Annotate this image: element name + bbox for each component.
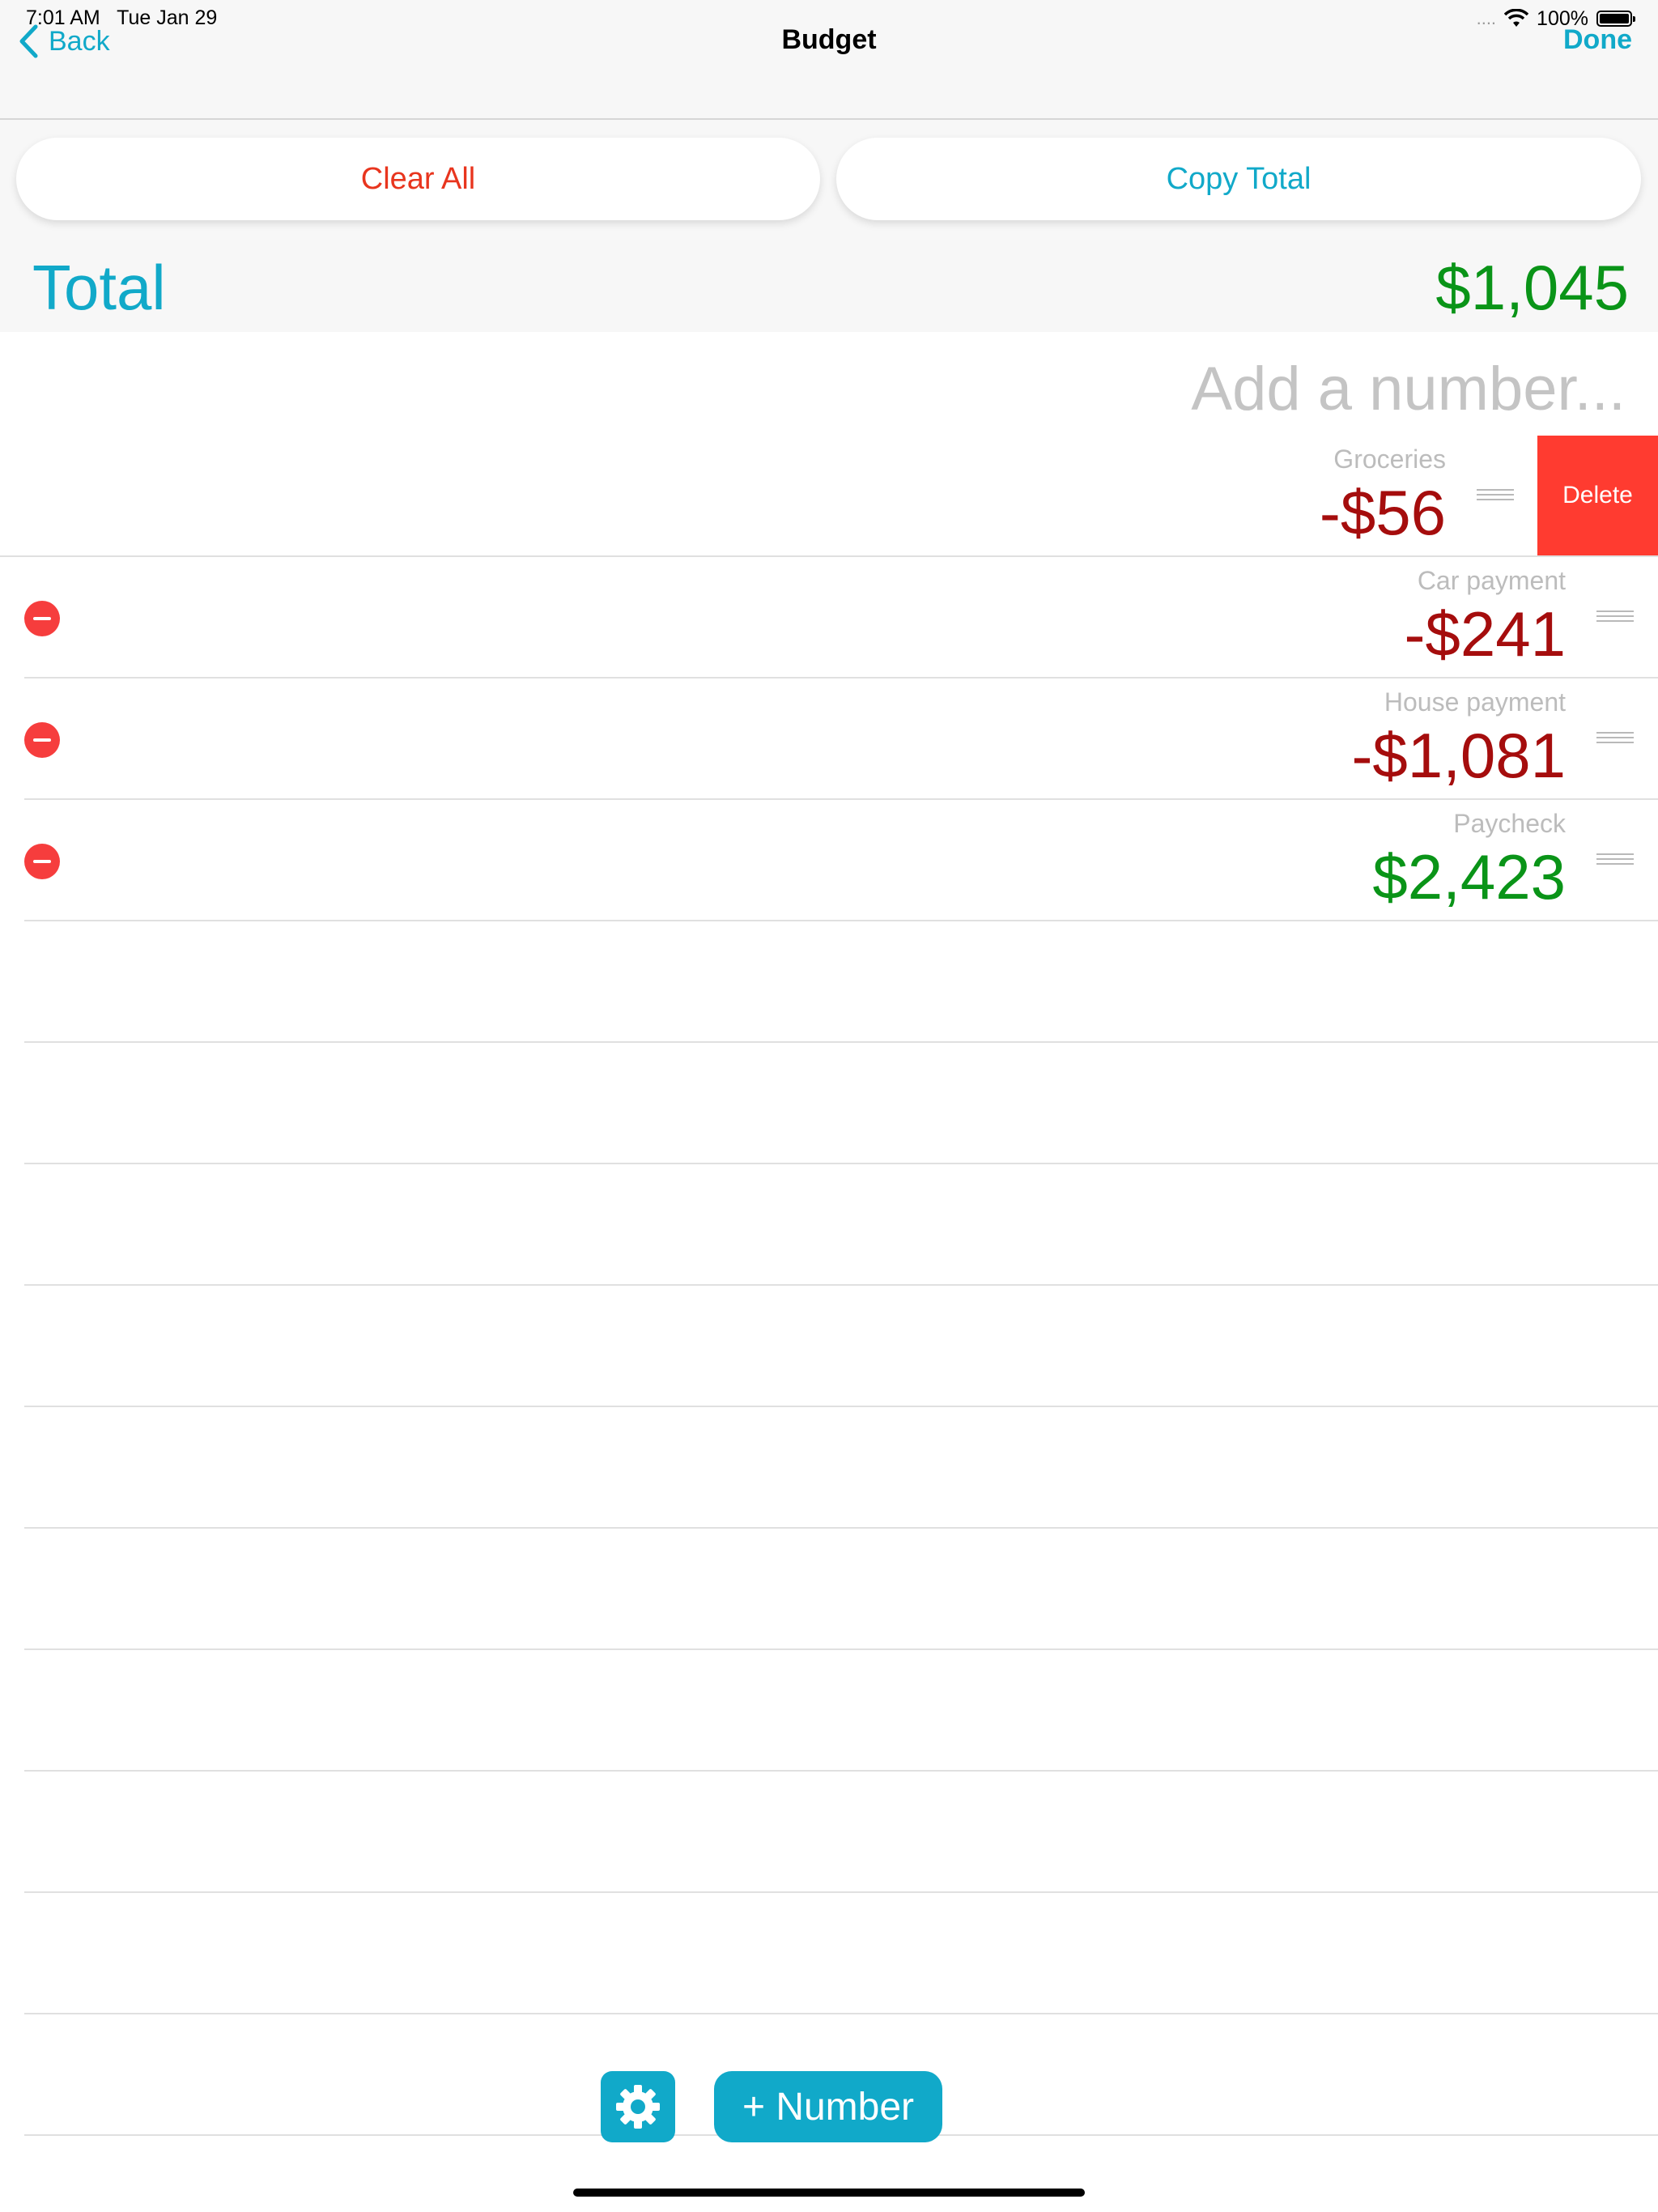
delete-row-button[interactable] [24,722,60,758]
row-value: -$1,081 [1351,720,1566,791]
row-label: House payment [1384,687,1566,717]
row-label: Car payment [1417,566,1566,595]
row-value: -$241 [1404,598,1567,670]
row-divider [24,1770,1658,1772]
home-indicator [573,2189,1085,2197]
row-value: $2,423 [1372,841,1566,912]
add-number-input[interactable] [32,348,1626,429]
total-label: Total [32,252,166,323]
row-divider [24,1041,1658,1043]
row-divider [24,1406,1658,1407]
row-divider [24,2013,1658,2014]
row-divider [24,920,1658,921]
delete-row-button[interactable] [24,601,60,636]
row-label: Paycheck [1453,809,1566,838]
row-label: Groceries [1333,445,1446,474]
reorder-handle[interactable] [1596,732,1634,745]
row-divider [24,1648,1658,1650]
page-title: Budget [781,24,877,55]
reorder-handle[interactable] [1477,489,1514,502]
row-divider [24,798,1658,800]
copy-total-button[interactable]: Copy Total [836,138,1641,220]
row-divider [24,1527,1658,1529]
row-divider [24,677,1658,678]
gear-icon [616,2085,660,2129]
reorder-handle[interactable] [1596,610,1634,623]
add-number-button[interactable]: + Number [714,2071,942,2142]
row-divider [24,1163,1658,1164]
settings-button[interactable] [601,2071,675,2142]
delete-row-button[interactable] [24,844,60,879]
reorder-handle[interactable] [1596,853,1634,866]
done-button[interactable]: Done [1563,24,1632,56]
row-divider [0,555,1658,557]
delete-button[interactable]: Delete [1537,436,1658,555]
row-divider [24,1284,1658,1286]
row-divider [24,1891,1658,1893]
row-value: -$56 [1319,477,1446,548]
total-value: $1,045 [1435,252,1629,323]
clear-all-button[interactable]: Clear All [16,138,820,220]
